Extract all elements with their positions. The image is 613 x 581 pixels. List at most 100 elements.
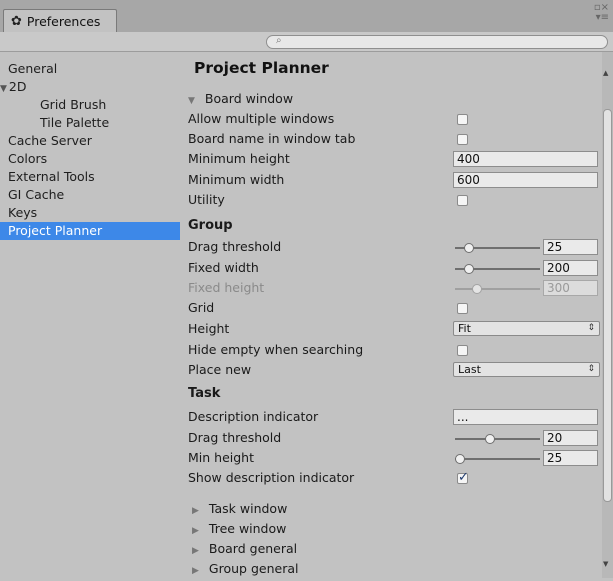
scroll-down-arrow-icon[interactable]: ▼ — [603, 560, 608, 568]
sidebar-item-label: Grid Brush — [40, 97, 107, 112]
fixed-width-label: Fixed width — [188, 260, 259, 275]
hide-empty-label: Hide empty when searching — [188, 342, 364, 357]
fixed-height-slider-track — [455, 288, 540, 290]
window-controls[interactable]: ▫× ▾≡ — [594, 3, 609, 23]
foldout-label: Tree window — [208, 521, 287, 536]
sidebar-item-external-tools[interactable]: External Tools — [8, 168, 95, 186]
min-height-field[interactable]: 25 — [543, 450, 598, 466]
foldout-label: Group general — [208, 561, 299, 576]
sidebar-item-label: Cache Server — [8, 133, 92, 148]
group-drag-threshold-field[interactable]: 25 — [543, 239, 598, 255]
sidebar-item-keys[interactable]: Keys — [8, 204, 37, 222]
sidebar-item-label: Project Planner — [8, 223, 103, 238]
fixed-height-slider-thumb — [472, 284, 482, 294]
sidebar-item-label: General — [8, 61, 58, 76]
group-section-title: Group — [188, 218, 233, 233]
description-indicator-field[interactable]: ... — [453, 409, 598, 425]
foldout-label: Board window — [204, 91, 294, 106]
board-name-in-tab-checkbox[interactable] — [457, 134, 468, 145]
min-height-label: Min height — [188, 450, 254, 465]
show-description-indicator-checkbox[interactable]: ✓ — [457, 470, 469, 485]
min-height-slider-thumb[interactable] — [455, 454, 465, 464]
tree-window-foldout[interactable]: ▶ Tree window — [192, 519, 286, 539]
sidebar-item-2d[interactable]: ▼ 2D — [0, 78, 27, 96]
collapse-arrow-icon: ▶ — [192, 526, 199, 536]
toolbar: ⌕ — [0, 32, 613, 52]
sidebar-item-label: External Tools — [8, 169, 95, 184]
min-height-slider-track[interactable] — [455, 458, 540, 460]
show-description-indicator-label: Show description indicator — [188, 470, 355, 485]
height-dropdown[interactable]: Fit ⇕ — [453, 321, 600, 336]
sidebar-item-grid-brush[interactable]: Grid Brush — [40, 96, 106, 114]
fixed-height-field: 300 — [543, 280, 598, 296]
sidebar-item-label: GI Cache — [8, 187, 65, 202]
title-bar: ✿ Preferences ▫× ▾≡ — [0, 0, 613, 32]
task-window-foldout[interactable]: ▶ Task window — [192, 499, 287, 519]
page-title: Project Planner — [194, 59, 329, 77]
place-new-dropdown[interactable]: Last ⇕ — [453, 362, 600, 377]
checkmark-icon: ✓ — [458, 470, 469, 485]
expand-arrow-icon[interactable]: ▼ — [0, 84, 7, 94]
preferences-sidebar: General ▼ 2D Grid Brush Tile Palette Cach… — [0, 52, 180, 578]
board-window-foldout[interactable]: ▼ Board window — [188, 89, 293, 109]
scroll-up-arrow-icon[interactable]: ▲ — [603, 69, 608, 77]
scrollbar-thumb[interactable] — [603, 109, 612, 502]
collapse-arrow-icon: ▶ — [192, 546, 199, 556]
group-drag-threshold-slider-thumb[interactable] — [464, 243, 474, 253]
task-drag-threshold-slider-track[interactable] — [455, 438, 540, 440]
collapse-arrow-icon: ▶ — [192, 506, 199, 516]
vertical-scrollbar[interactable]: ▲ ▼ — [602, 52, 613, 578]
sidebar-item-tile-palette[interactable]: Tile Palette — [40, 114, 109, 132]
task-drag-threshold-field[interactable]: 20 — [543, 430, 598, 446]
task-drag-threshold-slider-thumb[interactable] — [485, 434, 495, 444]
height-label: Height — [188, 321, 230, 336]
fixed-width-slider-thumb[interactable] — [464, 264, 474, 274]
gear-icon: ✿ — [11, 13, 22, 29]
foldout-label: Board general — [208, 541, 298, 556]
preferences-tab[interactable]: ✿ Preferences — [3, 9, 117, 32]
sidebar-item-label: 2D — [8, 79, 27, 94]
allow-multiple-windows-label: Allow multiple windows — [188, 111, 335, 126]
allow-multiple-windows-checkbox[interactable] — [457, 114, 468, 125]
group-general-foldout[interactable]: ▶ Group general — [192, 559, 298, 579]
task-section-title: Task — [188, 386, 221, 401]
search-box[interactable]: ⌕ — [266, 35, 608, 49]
collapse-arrow-icon: ▶ — [192, 566, 199, 576]
group-drag-threshold-label: Drag threshold — [188, 239, 282, 254]
sidebar-item-cache-server[interactable]: Cache Server — [8, 132, 92, 150]
task-drag-threshold-label: Drag threshold — [188, 430, 282, 445]
description-indicator-label: Description indicator — [188, 409, 319, 424]
grid-label: Grid — [188, 300, 215, 315]
sidebar-item-label: Keys — [8, 205, 38, 220]
foldout-label: Task window — [208, 501, 288, 516]
menu-icon[interactable]: ▾≡ — [596, 13, 609, 23]
search-icon: ⌕ — [276, 35, 282, 46]
sidebar-item-label: Tile Palette — [40, 115, 110, 130]
sidebar-item-colors[interactable]: Colors — [8, 150, 47, 168]
fixed-width-field[interactable]: 200 — [543, 260, 598, 276]
dropdown-value: Fit — [458, 322, 471, 335]
utility-checkbox[interactable] — [457, 195, 468, 206]
sidebar-item-gi-cache[interactable]: GI Cache — [8, 186, 64, 204]
fixed-height-label: Fixed height — [188, 280, 265, 295]
grid-checkbox[interactable] — [457, 303, 468, 314]
utility-label: Utility — [188, 192, 225, 207]
dropdown-arrow-icon: ⇕ — [587, 323, 595, 333]
sidebar-item-label: Colors — [8, 151, 48, 166]
sidebar-item-project-planner[interactable]: Project Planner — [0, 222, 180, 240]
minimum-width-label: Minimum width — [188, 172, 285, 187]
dropdown-value: Last — [458, 363, 481, 376]
sidebar-item-general[interactable]: General — [8, 60, 57, 78]
minimum-height-label: Minimum height — [188, 151, 290, 166]
board-general-foldout[interactable]: ▶ Board general — [192, 539, 297, 559]
minimum-width-field[interactable]: 600 — [453, 172, 598, 188]
search-input[interactable] — [289, 36, 589, 48]
dropdown-arrow-icon: ⇕ — [587, 364, 595, 374]
expand-arrow-icon: ▼ — [188, 96, 195, 106]
board-name-in-tab-label: Board name in window tab — [188, 131, 356, 146]
minimum-height-field[interactable]: 400 — [453, 151, 598, 167]
place-new-label: Place new — [188, 362, 252, 377]
settings-panel: Project Planner ▼ Board window Allow mult… — [180, 52, 613, 578]
tab-title: Preferences — [26, 13, 101, 29]
hide-empty-checkbox[interactable] — [457, 345, 468, 356]
